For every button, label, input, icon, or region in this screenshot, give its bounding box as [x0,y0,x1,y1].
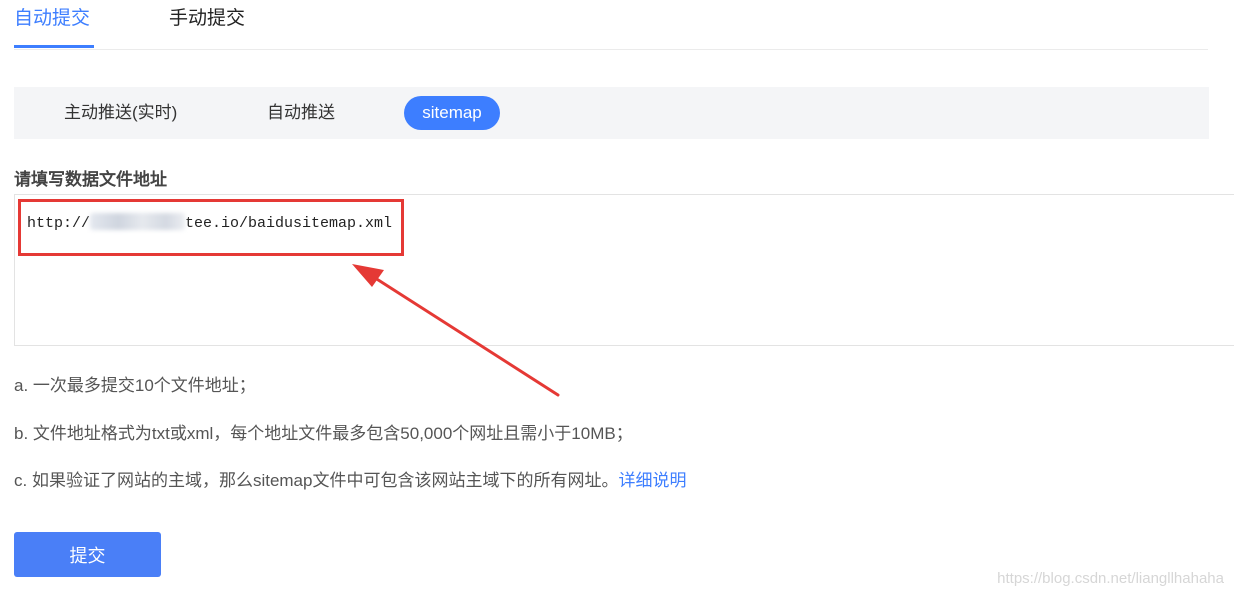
note-c-text: c. 如果验证了网站的主域，那么sitemap文件中可包含该网站主域下的所有网址… [14,471,619,490]
note-c: c. 如果验证了网站的主域，那么sitemap文件中可包含该网站主域下的所有网址… [14,466,686,491]
tab-manual-submit[interactable]: 手动提交 [169,6,245,36]
note-a: a. 一次最多提交10个文件地址； [14,376,256,395]
push-method-nav: 主动推送(实时) 自动推送 sitemap [14,87,1209,139]
submit-button[interactable]: 提交 [14,532,161,577]
subnav-item-sitemap[interactable]: sitemap [404,96,500,130]
data-file-url-label: 请填写数据文件地址 [14,170,167,189]
tab-auto-submit[interactable]: 自动提交 [14,6,90,36]
subnav-item-auto-push[interactable]: 自动推送 [267,96,335,130]
subnav-item-active-push[interactable]: 主动推送(实时) [64,96,177,130]
submission-tabs: 自动提交 手动提交 [14,0,1208,50]
details-link[interactable]: 详细说明 [618,471,686,490]
highlight-box [18,199,404,256]
watermark: https://blog.csdn.net/liangllhahaha [997,570,1224,587]
note-b: b. 文件地址格式为txt或xml，每个地址文件最多包含50,000个网址且需小… [14,424,633,443]
active-tab-indicator [14,45,94,48]
